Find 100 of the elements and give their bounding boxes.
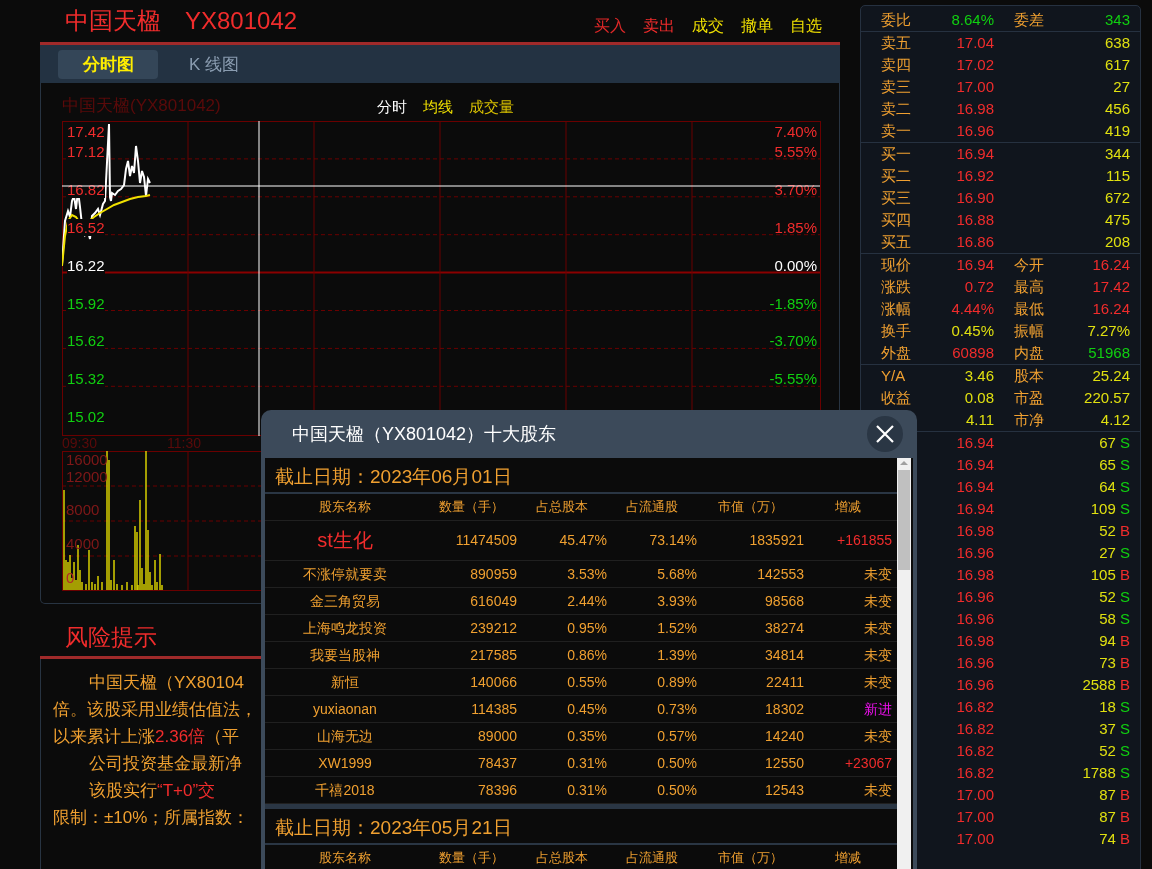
- quote-label: 卖五: [881, 33, 912, 53]
- table-cell-text: 78396: [477, 781, 517, 800]
- volume-tick-label: 0: [66, 569, 76, 586]
- table-cell-text: 22411: [765, 673, 804, 692]
- table-cell-text: 98568: [764, 592, 804, 611]
- risk-text: 以来累计上涨2.36倍（平: [53, 726, 240, 748]
- quote-value: 16.86: [955, 232, 994, 252]
- percent-tick-label: 5.55%: [774, 142, 817, 160]
- trade-volume: 65: [1099, 456, 1116, 473]
- trade-volume: 27: [1099, 544, 1116, 561]
- quote-value: 4.11: [964, 410, 994, 430]
- table-cell-text: yuxiaonan: [312, 700, 378, 719]
- quote-label: 委比: [881, 10, 912, 30]
- dialog-title: 中国天楹（YX801042）十大股东: [292, 423, 557, 446]
- table-cell-text: 未变: [863, 781, 892, 800]
- percent-tick-label: 3.70%: [774, 180, 817, 198]
- table-cell-text: 上海鸣龙投资: [302, 619, 388, 638]
- scrollbar-thumb[interactable]: [898, 470, 910, 570]
- table-cell-text: 11474509: [454, 531, 517, 550]
- table-cell-text: XW1999: [317, 754, 373, 773]
- trade-side: S: [1120, 588, 1130, 605]
- trade-side: B: [1120, 632, 1130, 649]
- close-icon: [875, 424, 895, 444]
- table-cell-text: 新恒: [330, 673, 360, 692]
- quote-value: 220.57: [1083, 388, 1131, 408]
- quote-label: 内盘: [1014, 343, 1045, 363]
- table-cell-text: 1.52%: [656, 619, 697, 638]
- action-link[interactable]: 卖出: [643, 15, 675, 37]
- quote-label: 股本: [1014, 366, 1045, 386]
- price-tick-label: 16.52: [67, 218, 105, 236]
- trade-price: 16.94: [955, 477, 994, 497]
- action-link[interactable]: 买入: [594, 15, 626, 37]
- quote-label: 收益: [881, 388, 912, 408]
- trade-price: 16.94: [955, 499, 994, 519]
- quote-value: 343: [1103, 10, 1131, 30]
- risk-text: 公司投资基金最新净: [88, 753, 242, 775]
- action-link[interactable]: 自选: [790, 15, 822, 37]
- trade-price: 17.00: [955, 807, 994, 827]
- trade-price: 17.00: [955, 785, 994, 805]
- stock-code: YX801042: [185, 7, 298, 35]
- table-cell-text: 0.89%: [656, 673, 697, 692]
- trade-side: S: [1120, 698, 1130, 715]
- action-link[interactable]: 成交: [692, 15, 724, 37]
- quote-value: 638: [1103, 33, 1131, 53]
- quote-value: 4.12: [1099, 410, 1131, 430]
- quote-label: 卖二: [881, 99, 912, 119]
- table-cell-text: 未变: [863, 646, 892, 665]
- column-header: 增减: [834, 498, 862, 516]
- close-button[interactable]: [867, 416, 903, 452]
- trade-price: 16.98: [955, 565, 994, 585]
- trade-volume: 52: [1099, 742, 1116, 759]
- table-cell-text: 12550: [764, 754, 804, 773]
- quote-label: 今开: [1014, 255, 1045, 275]
- quote-value: 17.00: [955, 77, 994, 97]
- column-header: 市值（万）: [717, 849, 784, 867]
- quote-value: 16.88: [955, 210, 994, 230]
- trade-price: 16.96: [955, 653, 994, 673]
- quote-value: 0.08: [963, 388, 994, 408]
- quote-label: 卖四: [881, 55, 912, 75]
- action-link[interactable]: 撤单: [741, 15, 773, 37]
- table-cell-text: 千禧2018: [314, 781, 376, 800]
- quote-value: 4.44%: [950, 299, 994, 319]
- quote-value: 16.94: [955, 144, 994, 164]
- table-cell-text: 73.14%: [648, 531, 697, 550]
- quote-label: 最高: [1014, 277, 1045, 297]
- trade-side: S: [1120, 764, 1130, 781]
- column-header: 股东名称: [318, 849, 372, 867]
- volume-tick-label: 8000: [66, 501, 101, 518]
- quote-value: 7.27%: [1086, 321, 1131, 341]
- quote-value: 208: [1103, 232, 1131, 252]
- percent-tick-label: 7.40%: [774, 123, 817, 140]
- trade-side: S: [1120, 742, 1130, 759]
- table-cell-text: 金三角贸易: [309, 592, 381, 611]
- chart-title: 中国天楹(YX801042): [62, 95, 222, 117]
- chart-tab[interactable]: 分时图: [58, 49, 158, 79]
- quote-value: 60898: [951, 343, 994, 363]
- trade-price: 16.98: [955, 631, 994, 651]
- trade-volume: 94: [1099, 632, 1116, 649]
- table-cell-text: 0.95%: [566, 619, 607, 638]
- cutoff-date: 截止日期：2023年06月01日: [265, 458, 897, 494]
- trade-side: B: [1120, 566, 1130, 583]
- chart-tab[interactable]: K 线图: [164, 49, 264, 79]
- risk-text: 该股实行“T+0”交: [88, 780, 216, 802]
- table-cell-text: 不涨停就要卖: [302, 565, 388, 584]
- table-cell-text: 0.35%: [566, 727, 607, 746]
- quote-label: 买二: [881, 166, 912, 186]
- cutoff-date: 截止日期：2023年05月21日: [265, 809, 897, 845]
- quote-label: 涨幅: [881, 299, 912, 319]
- trade-price: 16.96: [955, 587, 994, 607]
- risk-text: 倍。该股采用业绩估值法，: [53, 699, 257, 721]
- table-cell-text: 0.57%: [656, 727, 697, 746]
- trade-volume: 52: [1099, 522, 1116, 539]
- column-header: 数量（手）: [437, 498, 505, 516]
- column-header: 占总股本: [535, 498, 589, 516]
- quote-value: 16.90: [955, 188, 994, 208]
- quote-label: 委差: [1014, 10, 1045, 30]
- table-cell-text: st生化: [316, 528, 374, 553]
- table-cell-text: 45.47%: [558, 531, 607, 550]
- percent-tick-label: -3.70%: [769, 332, 817, 350]
- scrollbar[interactable]: [897, 458, 911, 869]
